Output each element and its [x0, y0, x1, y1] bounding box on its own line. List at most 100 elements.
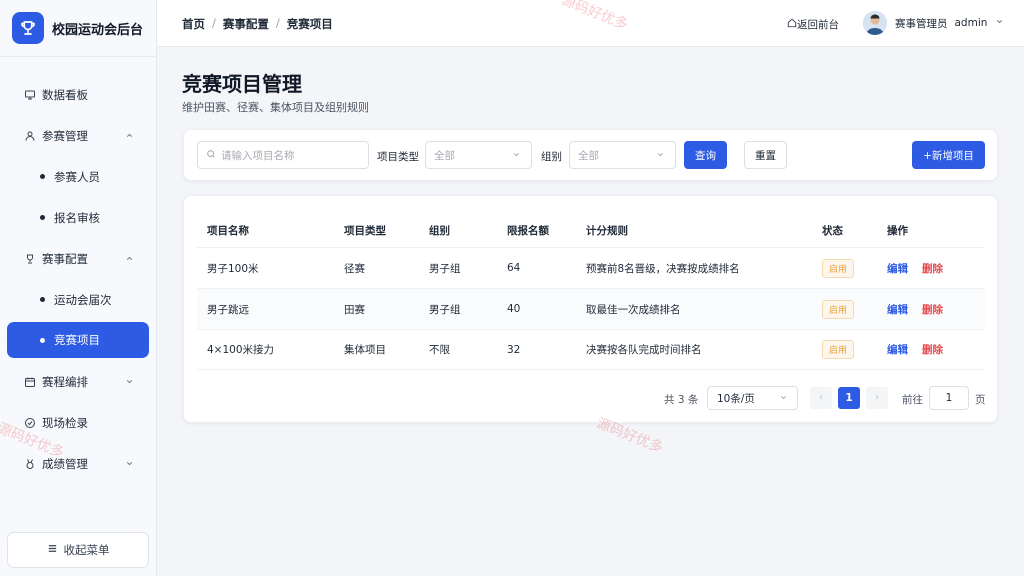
- sidebar-item-athletes[interactable]: 参赛人员: [0, 156, 156, 197]
- monitor-icon: [24, 89, 36, 101]
- page-button-current[interactable]: 1: [838, 387, 860, 409]
- cell-quota: 32: [507, 343, 521, 356]
- breadcrumb: 首页 / 赛事配置 / 竞赛项目: [182, 16, 333, 32]
- breadcrumb-home[interactable]: 首页: [182, 16, 205, 32]
- breadcrumb-event-config[interactable]: 赛事配置: [223, 16, 269, 32]
- cell-name: 男子跳远: [207, 303, 249, 316]
- cell-rule: 预赛前8名晋级，决赛按成绩排名: [586, 262, 740, 275]
- cell-rule: 取最佳一次成绩排名: [586, 303, 681, 316]
- column-header: 组别: [429, 225, 450, 237]
- type-filter-label: 项目类型: [377, 151, 419, 163]
- edit-link[interactable]: 编辑: [887, 344, 908, 356]
- sidebar-item-schedule[interactable]: 赛程编排: [0, 361, 156, 402]
- sidebar-item-label: 参赛人员: [54, 169, 100, 184]
- sidebar: 校园运动会后台 数据看板 参赛管理 参赛人员 报名审核 赛事配置 运动会届次 竞…: [0, 0, 157, 576]
- pagination: 共 3 条 10条/页 1 前往 1 页: [184, 386, 999, 410]
- check-circle-icon: [24, 417, 36, 429]
- delete-link[interactable]: 删除: [922, 263, 943, 275]
- status-badge: 启用: [822, 299, 855, 319]
- cell-name: 男子100米: [207, 262, 259, 275]
- query-button[interactable]: 查询: [684, 141, 727, 169]
- chevron-down-icon: [995, 17, 1004, 29]
- back-to-frontend-link[interactable]: 返回前台: [787, 17, 839, 32]
- sidebar-item-dashboard[interactable]: 数据看板: [0, 74, 156, 115]
- sidebar-nav: 数据看板 参赛管理 参赛人员 报名审核 赛事配置 运动会届次 竞赛项目 赛程编排…: [0, 74, 156, 484]
- add-event-button[interactable]: +新增项目: [912, 141, 985, 169]
- next-page-button[interactable]: [866, 387, 888, 409]
- pagination-total: 共 3 条: [664, 394, 699, 406]
- group-select-value: 全部: [578, 149, 599, 162]
- delete-link[interactable]: 删除: [922, 344, 943, 356]
- edit-link[interactable]: 编辑: [887, 304, 908, 316]
- chevron-right-icon: [873, 392, 881, 404]
- bullet-icon: [40, 337, 45, 343]
- events-table: 项目名称 项目类型 组别 限报名额 计分规则 状态 操作 男子100米 径赛 男…: [183, 195, 998, 423]
- trophy-logo-icon: [12, 12, 44, 44]
- bullet-icon: [40, 174, 45, 179]
- sidebar-item-sessions[interactable]: 运动会届次: [0, 279, 156, 320]
- cell-rule: 决赛按各队完成时间排名: [586, 344, 702, 356]
- collapse-menu-button[interactable]: 收起菜单: [7, 532, 149, 568]
- back-to-frontend-label: 返回前台: [797, 19, 839, 31]
- trophy-icon: [24, 253, 36, 265]
- goto-page-input[interactable]: 1: [929, 386, 969, 410]
- reset-button[interactable]: 重置: [744, 141, 787, 169]
- cell-group: 不限: [429, 344, 450, 356]
- group-select[interactable]: 全部: [569, 141, 676, 169]
- column-header: 项目类型: [344, 225, 386, 237]
- column-header: 计分规则: [586, 225, 628, 237]
- goto-label: 前往: [902, 394, 923, 406]
- sidebar-item-event-config[interactable]: 赛事配置: [0, 238, 156, 279]
- user-menu[interactable]: 赛事管理员 admin: [863, 11, 1004, 35]
- app-title: 校园运动会后台: [52, 22, 144, 38]
- page-size-value: 10条/页: [717, 392, 755, 405]
- status-badge: 启用: [822, 258, 855, 278]
- table-row: 男子100米 径赛 男子组 64 预赛前8名晋级，决赛按成绩排名 启用 编辑 删除: [197, 247, 985, 288]
- cell-type: 集体项目: [344, 344, 386, 356]
- chevron-down-icon: [512, 150, 521, 162]
- sidebar-item-label: 运动会届次: [54, 292, 112, 307]
- filter-bar: 请输入项目名称 项目类型 全部 组别 全部 查询 重置 +新增项目: [183, 129, 998, 181]
- chevron-down-icon: [656, 150, 665, 162]
- calendar-icon: [24, 376, 36, 388]
- chevron-down-icon: [125, 375, 134, 389]
- sidebar-item-label: 赛事配置: [42, 251, 88, 266]
- cell-quota: 64: [507, 262, 521, 274]
- status-badge: 启用: [822, 340, 855, 359]
- type-select[interactable]: 全部: [425, 141, 532, 169]
- cell-name: 4×100米接力: [207, 344, 275, 356]
- sidebar-item-label: 参赛管理: [42, 128, 88, 143]
- page-size-select[interactable]: 10条/页: [707, 386, 798, 410]
- sidebar-item-label: 成绩管理: [42, 456, 88, 471]
- sidebar-item-registration-review[interactable]: 报名审核: [0, 197, 156, 238]
- breadcrumb-current: 竞赛项目: [286, 17, 333, 31]
- sidebar-item-label: 赛程编排: [42, 374, 88, 389]
- delete-link[interactable]: 删除: [922, 304, 943, 316]
- cell-type: 田赛: [344, 303, 365, 316]
- chevron-left-icon: [817, 392, 825, 404]
- search-input[interactable]: 请输入项目名称: [197, 141, 369, 169]
- table-row: 4×100米接力 集体项目 不限 32 决赛按各队完成时间排名 启用 编辑 删除: [197, 329, 985, 370]
- sidebar-item-participants[interactable]: 参赛管理: [0, 115, 156, 156]
- column-header: 项目名称: [207, 225, 249, 237]
- home-icon: [787, 18, 797, 31]
- brand[interactable]: 校园运动会后台: [0, 0, 156, 57]
- prev-page-button[interactable]: [810, 387, 832, 409]
- edit-link[interactable]: 编辑: [887, 263, 908, 275]
- user-icon: [24, 130, 36, 142]
- menu-icon: [47, 543, 58, 557]
- avatar: [863, 11, 887, 35]
- chevron-up-icon: [125, 252, 134, 266]
- bullet-icon: [40, 215, 45, 220]
- top-header: 首页 / 赛事配置 / 竞赛项目 返回前台 赛事管理员 admin: [157, 0, 1024, 47]
- sidebar-item-label: 数据看板: [42, 87, 88, 102]
- user-role: 赛事管理员: [895, 17, 948, 30]
- cell-group: 男子组: [429, 262, 461, 275]
- bullet-icon: [40, 297, 45, 302]
- page-unit-label: 页: [975, 394, 986, 406]
- sidebar-item-checkin[interactable]: 现场检录: [0, 402, 156, 443]
- sidebar-item-results[interactable]: 成绩管理: [0, 443, 156, 484]
- column-header: 状态: [822, 225, 843, 237]
- sidebar-item-competition-events[interactable]: 竞赛项目: [7, 322, 149, 358]
- sidebar-item-label: 现场检录: [42, 415, 88, 430]
